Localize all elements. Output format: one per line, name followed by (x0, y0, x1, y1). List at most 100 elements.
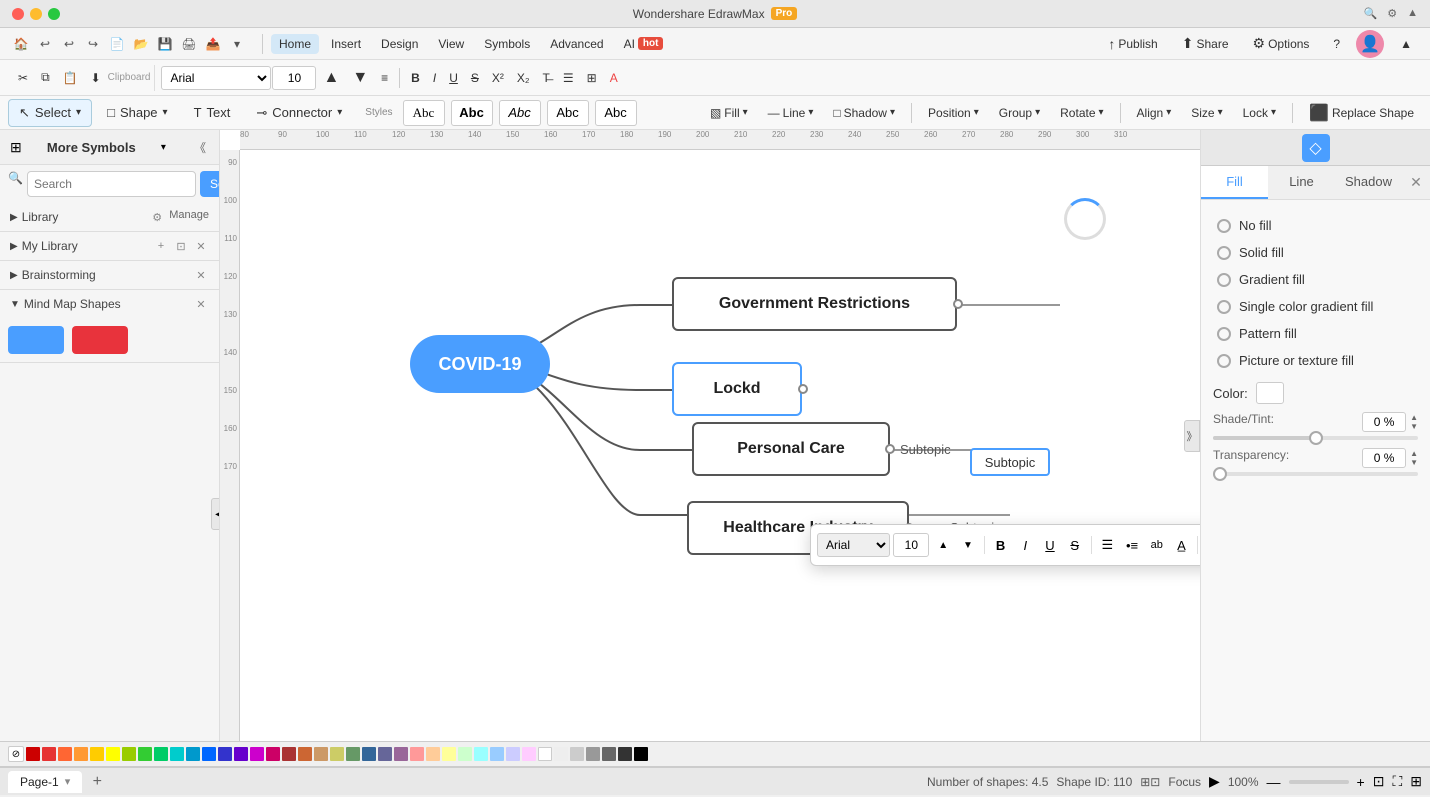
more-nav-icon[interactable]: ▾ (226, 33, 248, 55)
floating-bold-btn[interactable]: B (990, 533, 1012, 557)
publish-button[interactable]: ↑ Publish (1100, 33, 1165, 55)
swatch-blue-2[interactable] (202, 747, 216, 761)
floating-font-select[interactable]: Arial (817, 533, 890, 557)
undo-icon[interactable]: ↩ (34, 33, 56, 55)
swatch-gray-5[interactable] (618, 747, 632, 761)
new-doc-icon[interactable]: 📄 (106, 33, 128, 55)
swatch-red-2[interactable] (42, 747, 56, 761)
size-btn[interactable]: Size▾ (1183, 100, 1230, 126)
cut-button[interactable]: ✂ (12, 65, 34, 91)
floating-bullet-btn[interactable]: •≡ (1121, 533, 1143, 557)
topic-node-gov[interactable]: Government Restrictions (672, 277, 957, 331)
collapse-sidebar-icon[interactable]: 《 (191, 138, 209, 156)
line-btn[interactable]: — Line ▾ (760, 100, 822, 126)
swatch-gray-3[interactable] (586, 747, 600, 761)
close-mind-map-icon[interactable]: ✕ (193, 296, 209, 312)
swatch-peach-1[interactable] (426, 747, 440, 761)
shadow-tab[interactable]: Shadow (1335, 166, 1402, 199)
select-tool-btn[interactable]: ↖ Select ▾ (8, 99, 92, 127)
menu-home[interactable]: Home (271, 34, 319, 54)
options-button[interactable]: ⚙ Options (1245, 32, 1318, 55)
menu-design[interactable]: Design (373, 34, 426, 54)
close-library-icon[interactable]: ✕ (193, 238, 209, 254)
floating-size-input[interactable] (893, 533, 929, 557)
swatch-pink-1[interactable] (266, 747, 280, 761)
add-library-icon[interactable]: + (153, 238, 169, 254)
maximize-button[interactable] (48, 8, 60, 20)
swatch-gray-4[interactable] (602, 747, 616, 761)
library-section-header[interactable]: ▶ Library ⚙ Manage (0, 203, 219, 231)
swatch-khaki-1[interactable] (330, 747, 344, 761)
user-avatar[interactable]: 👤 (1356, 30, 1384, 58)
menu-insert[interactable]: Insert (323, 34, 369, 54)
style-swatch-4[interactable]: Abc (547, 100, 589, 126)
font-color-btn[interactable]: A (604, 65, 624, 91)
shape-red-thumb[interactable] (72, 326, 128, 354)
picture-fill-radio[interactable] (1217, 354, 1231, 368)
color-picker-btn[interactable] (1256, 382, 1284, 404)
copy-button[interactable]: ⧉ (35, 65, 56, 91)
swatch-orange-1[interactable] (58, 747, 72, 761)
menu-symbols[interactable]: Symbols (476, 34, 538, 54)
paste-special-button[interactable]: ⬇ (85, 65, 107, 91)
mind-map-header[interactable]: ▼ Mind Map Shapes ✕ (0, 290, 219, 318)
swatch-lime-1[interactable] (122, 747, 136, 761)
floating-abc-btn[interactable]: ab (1146, 533, 1168, 557)
swatch-tan-1[interactable] (314, 747, 328, 761)
search-icon[interactable]: 🔍 (1364, 7, 1378, 20)
gradient-fill-option[interactable]: Gradient fill (1213, 266, 1418, 293)
fill-btn[interactable]: ▧ Fill ▾ (702, 100, 756, 126)
swatch-mint-1[interactable] (458, 747, 472, 761)
save-icon[interactable]: 💾 (154, 33, 176, 55)
swatch-sage-1[interactable] (346, 747, 360, 761)
topic-node-personal-care[interactable]: Personal Care (692, 422, 890, 476)
no-fill-option[interactable]: No fill (1213, 212, 1418, 239)
manage-icon[interactable]: ⚙ (149, 209, 165, 225)
menu-ai[interactable]: AI hot (616, 34, 672, 54)
font-select[interactable]: Arial (161, 66, 271, 90)
pattern-fill-radio[interactable] (1217, 327, 1231, 341)
position-btn[interactable]: Position▾ (920, 100, 987, 126)
swatch-blue-1[interactable] (186, 747, 200, 761)
list-btn[interactable]: ☰ (557, 65, 580, 91)
grid-view-icon[interactable]: ⊞ (1410, 773, 1422, 790)
strikethrough-btn[interactable]: S (465, 65, 485, 91)
subscript-btn[interactable]: X₂ (511, 65, 536, 91)
print-icon[interactable]: 🖨 (178, 33, 200, 55)
single-color-gradient-option[interactable]: Single color gradient fill (1213, 293, 1418, 320)
superscript-btn[interactable]: X² (486, 65, 510, 91)
close-button[interactable] (12, 8, 24, 20)
floating-size-up[interactable]: ▲ (932, 533, 954, 557)
library-icon2[interactable]: ⊡ (173, 238, 189, 254)
solid-fill-option[interactable]: Solid fill (1213, 239, 1418, 266)
rotate-btn[interactable]: Rotate▾ (1052, 100, 1111, 126)
close-right-panel-btn[interactable]: ✕ (1402, 166, 1430, 199)
open-icon[interactable]: 📂 (130, 33, 152, 55)
transparency-slider-thumb[interactable] (1213, 467, 1227, 481)
shade-pct-input[interactable] (1362, 412, 1406, 432)
swatch-red-1[interactable] (26, 747, 40, 761)
swatch-pink-light-1[interactable] (410, 747, 424, 761)
underline-btn[interactable]: U (443, 65, 464, 91)
brainstorming-header[interactable]: ▶ Brainstorming ✕ (0, 261, 219, 289)
swatch-lightblue-1[interactable] (490, 747, 504, 761)
play-icon[interactable]: ▶ (1209, 773, 1220, 790)
floating-underline-btn[interactable]: U (1039, 533, 1061, 557)
search-button[interactable]: Search (200, 171, 220, 197)
style-swatch-5[interactable]: Abc (595, 100, 637, 126)
zoom-slider[interactable] (1289, 780, 1349, 784)
picture-fill-option[interactable]: Picture or texture fill (1213, 347, 1418, 374)
search-input[interactable] (27, 171, 196, 197)
connector-tool-btn[interactable]: ⊸ Connector ▾ (245, 99, 353, 127)
align-left-btn[interactable]: ≡ (375, 65, 394, 91)
redo-icon[interactable]: ↪ (82, 33, 104, 55)
connector-circle-personal[interactable] (885, 444, 895, 454)
connector-circle-lockdown[interactable] (798, 384, 808, 394)
add-page-btn[interactable]: + (86, 771, 108, 793)
floating-size-down[interactable]: ▼ (957, 533, 979, 557)
fill-tab[interactable]: Fill (1201, 166, 1268, 199)
menu-advanced[interactable]: Advanced (542, 34, 611, 54)
floating-list-btn[interactable]: ☰ (1096, 533, 1118, 557)
floating-italic-btn[interactable]: I (1014, 533, 1036, 557)
chevron-down-icon[interactable]: ▾ (161, 142, 166, 153)
